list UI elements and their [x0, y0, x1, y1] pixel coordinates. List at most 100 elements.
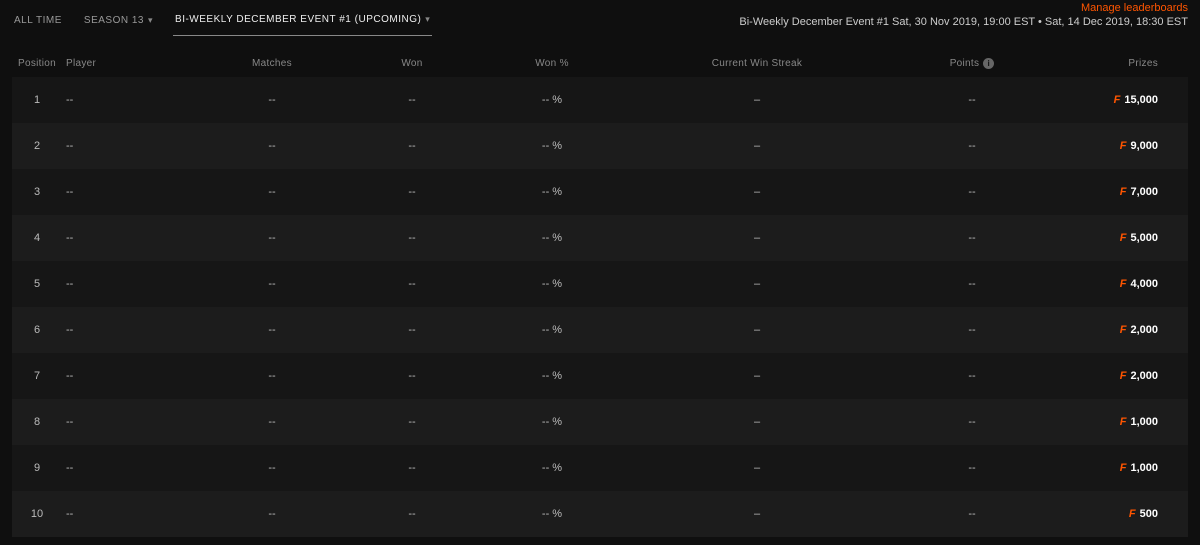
table-row[interactable]: 2-------- %–--F9,000 — [12, 123, 1188, 169]
tab-season[interactable]: SEASON 13 ▾ — [82, 9, 155, 36]
cell-streak: – — [622, 186, 892, 198]
cell-matches: -- — [202, 324, 342, 336]
cell-streak: – — [622, 508, 892, 520]
cell-matches: -- — [202, 94, 342, 106]
cell-points: -- — [892, 140, 1052, 152]
manage-leaderboards-link[interactable]: Manage leaderboards — [739, 2, 1188, 14]
cell-player: -- — [62, 324, 202, 336]
chevron-down-icon: ▾ — [148, 15, 153, 26]
currency-icon: F — [1120, 416, 1127, 428]
cell-prize: F1,000 — [1052, 416, 1188, 428]
cell-matches: -- — [202, 416, 342, 428]
table-row[interactable]: 3-------- %–--F7,000 — [12, 169, 1188, 215]
tab-label: ALL TIME — [14, 15, 62, 26]
cell-matches: -- — [202, 278, 342, 290]
cell-wonpct: -- % — [482, 140, 622, 152]
table-row[interactable]: 6-------- %–--F2,000 — [12, 307, 1188, 353]
prize-amount: 5,000 — [1130, 232, 1158, 244]
cell-won: -- — [342, 94, 482, 106]
cell-player: -- — [62, 462, 202, 474]
cell-player: -- — [62, 370, 202, 382]
tab-label: SEASON 13 — [84, 15, 144, 26]
header: ALL TIME SEASON 13 ▾ BI-WEEKLY DECEMBER … — [0, 0, 1200, 40]
cell-matches: -- — [202, 370, 342, 382]
cell-matches: -- — [202, 462, 342, 474]
cell-prize: F 500 — [1052, 508, 1188, 520]
table-row[interactable]: 5-------- %–--F4,000 — [12, 261, 1188, 307]
currency-icon: F — [1120, 462, 1127, 474]
tab-label: BI-WEEKLY DECEMBER EVENT #1 (UPCOMING) — [175, 14, 421, 25]
cell-position: 9 — [12, 462, 62, 474]
cell-player: -- — [62, 186, 202, 198]
cell-points: -- — [892, 416, 1052, 428]
col-header-streak: Current Win Streak — [622, 58, 892, 69]
cell-streak: – — [622, 370, 892, 382]
col-header-points: Points i — [892, 58, 1052, 69]
cell-position: 2 — [12, 140, 62, 152]
currency-icon: F — [1120, 186, 1127, 198]
leaderboard-table: Position Player Matches Won Won % Curren… — [0, 40, 1200, 537]
col-header-matches: Matches — [202, 58, 342, 69]
table-row[interactable]: 8-------- %–--F1,000 — [12, 399, 1188, 445]
info-icon[interactable]: i — [983, 58, 994, 69]
col-header-player: Player — [62, 58, 202, 69]
cell-wonpct: -- % — [482, 186, 622, 198]
cell-points: -- — [892, 508, 1052, 520]
prize-amount: 2,000 — [1130, 370, 1158, 382]
table-row[interactable]: 7-------- %–--F2,000 — [12, 353, 1188, 399]
cell-prize: F5,000 — [1052, 232, 1188, 244]
cell-won: -- — [342, 462, 482, 474]
table-row[interactable]: 10-------- %–--F500 — [12, 491, 1188, 537]
prize-amount: 9,000 — [1130, 140, 1158, 152]
cell-won: -- — [342, 508, 482, 520]
prize-amount: 2,000 — [1130, 324, 1158, 336]
currency-icon: F — [1129, 508, 1136, 520]
cell-matches: -- — [202, 232, 342, 244]
table-row[interactable]: 1-------- %–--F15,000 — [12, 77, 1188, 123]
prize-amount: 4,000 — [1130, 278, 1158, 290]
cell-wonpct: -- % — [482, 232, 622, 244]
tab-event[interactable]: BI-WEEKLY DECEMBER EVENT #1 (UPCOMING) ▾ — [173, 8, 432, 36]
points-label: Points — [950, 58, 980, 69]
prize-amount: 7,000 — [1130, 186, 1158, 198]
cell-points: -- — [892, 232, 1052, 244]
col-header-position: Position — [12, 58, 62, 69]
cell-position: 1 — [12, 94, 62, 106]
cell-position: 5 — [12, 278, 62, 290]
cell-player: -- — [62, 416, 202, 428]
prize-amount: 500 — [1140, 508, 1158, 520]
cell-prize: F2,000 — [1052, 370, 1188, 382]
cell-won: -- — [342, 416, 482, 428]
cell-prize: F9,000 — [1052, 140, 1188, 152]
cell-position: 8 — [12, 416, 62, 428]
cell-player: -- — [62, 508, 202, 520]
cell-streak: – — [622, 232, 892, 244]
cell-position: 7 — [12, 370, 62, 382]
col-header-prizes: Prizes — [1052, 58, 1188, 69]
cell-streak: – — [622, 140, 892, 152]
cell-points: -- — [892, 186, 1052, 198]
col-header-won: Won — [342, 58, 482, 69]
cell-streak: – — [622, 278, 892, 290]
header-meta: Manage leaderboards Bi-Weekly December E… — [739, 2, 1188, 28]
cell-wonpct: -- % — [482, 462, 622, 474]
table-row[interactable]: 9-------- %–--F1,000 — [12, 445, 1188, 491]
currency-icon: F — [1120, 232, 1127, 244]
table-body: 1-------- %–--F15,0002-------- %–--F9,00… — [12, 77, 1188, 537]
cell-wonpct: -- % — [482, 370, 622, 382]
cell-points: -- — [892, 370, 1052, 382]
currency-icon: F — [1120, 370, 1127, 382]
table-row[interactable]: 4-------- %–--F5,000 — [12, 215, 1188, 261]
cell-streak: – — [622, 94, 892, 106]
cell-wonpct: -- % — [482, 324, 622, 336]
currency-icon: F — [1120, 140, 1127, 152]
cell-won: -- — [342, 140, 482, 152]
cell-won: -- — [342, 186, 482, 198]
cell-won: -- — [342, 370, 482, 382]
cell-points: -- — [892, 324, 1052, 336]
currency-icon: F — [1120, 324, 1127, 336]
event-info: Bi-Weekly December Event #1 Sat, 30 Nov … — [739, 16, 1188, 28]
tab-all-time[interactable]: ALL TIME — [12, 9, 64, 36]
cell-streak: – — [622, 324, 892, 336]
cell-wonpct: -- % — [482, 416, 622, 428]
